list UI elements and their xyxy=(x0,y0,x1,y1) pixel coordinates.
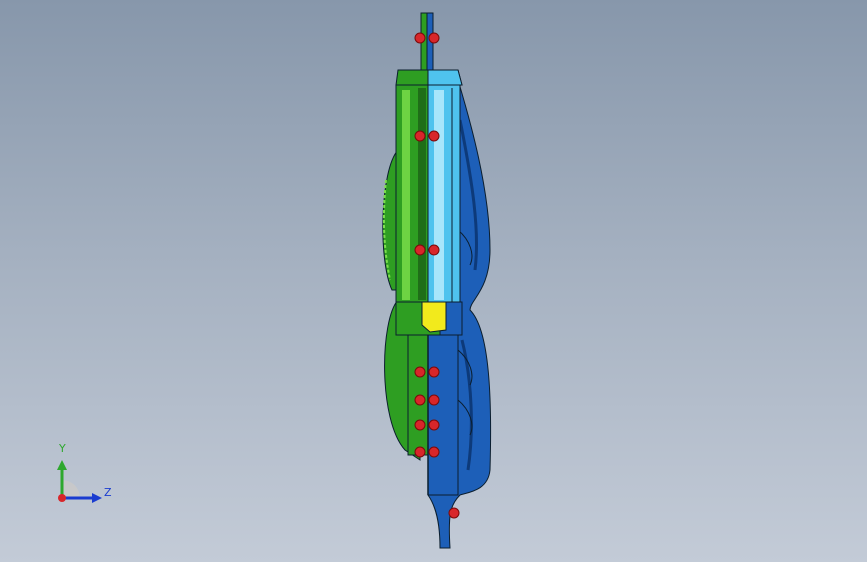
top-flange-right xyxy=(427,69,463,86)
bolt xyxy=(414,419,426,431)
bolt xyxy=(448,507,460,519)
bolt xyxy=(414,394,426,406)
bolt xyxy=(428,366,440,378)
z-axis-label: Z xyxy=(104,486,112,499)
bolt xyxy=(428,244,440,256)
y-axis-label: Y xyxy=(59,442,66,455)
bolt xyxy=(414,130,426,142)
bolt xyxy=(414,366,426,378)
green-cylinder-highlight xyxy=(402,90,410,300)
green-cylinder-dark xyxy=(418,88,426,300)
triad-origin xyxy=(58,494,66,502)
bolt xyxy=(428,32,440,44)
cad-model[interactable] xyxy=(0,0,867,562)
bolt xyxy=(428,419,440,431)
z-axis-arrow xyxy=(92,493,102,503)
y-axis-arrow xyxy=(57,460,67,470)
yellow-insert xyxy=(421,301,447,333)
bolt xyxy=(414,446,426,458)
graphics-viewport[interactable]: Y Z xyxy=(0,0,867,562)
bolt xyxy=(428,394,440,406)
bolt xyxy=(428,130,440,142)
bolt xyxy=(414,244,426,256)
inner-tube-light xyxy=(434,90,444,300)
bolt xyxy=(414,32,426,44)
lower-blue-section xyxy=(427,334,459,496)
orientation-triad[interactable] xyxy=(40,440,130,520)
bolt xyxy=(428,446,440,458)
